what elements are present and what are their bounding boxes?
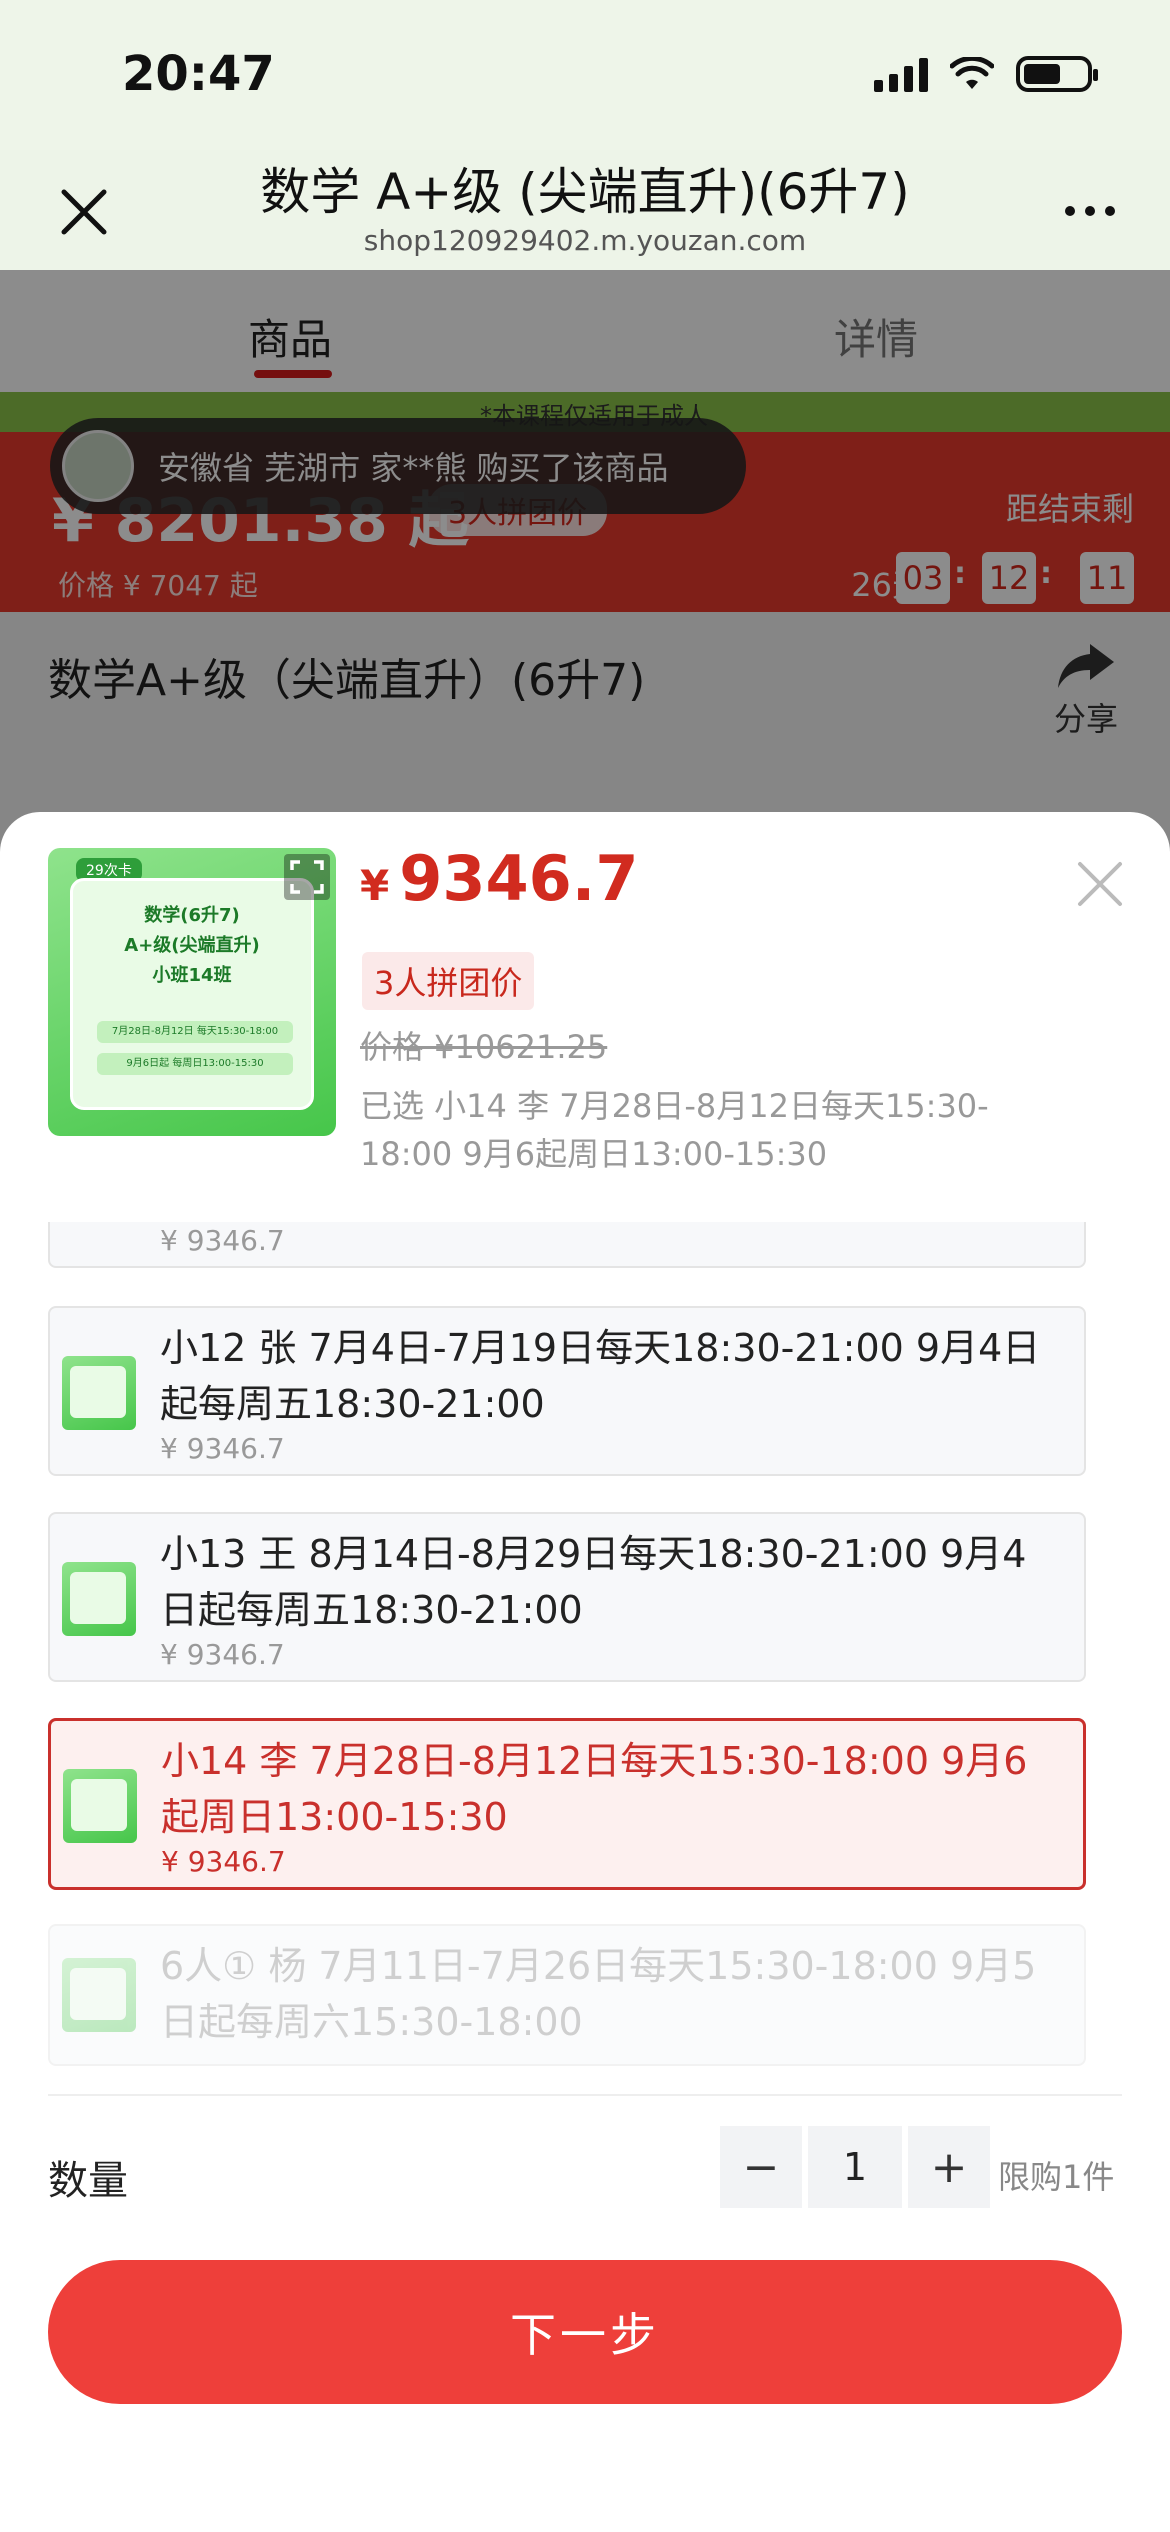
sku-option-list[interactable]: ¥ 9346.7 小12 张 7月4日-7月19日每天18:30-21:00 9… [48, 1222, 1086, 1892]
sku-price: ¥ 9346.7 [160, 1432, 285, 1465]
close-icon [1078, 862, 1122, 906]
cellular-signal-icon [874, 56, 928, 92]
sku-thumbnail [62, 1958, 136, 2032]
wifi-icon [950, 57, 994, 89]
sku-thumbnail [62, 1562, 136, 1636]
sku-option-selected[interactable]: 小14 李 7月28日-8月12日每天15:30-18:00 9月6起周日13:… [48, 1718, 1086, 1890]
sku-label: 小14 李 7月28日-8月12日每天15:30-18:00 9月6起周日13:… [161, 1739, 1028, 1839]
divider [48, 2094, 1122, 2096]
purchase-limit: 限购1件 [998, 2158, 1115, 2196]
quantity-stepper: − 1 + [720, 2126, 990, 2208]
sku-thumbnail [62, 1356, 136, 1430]
sku-option[interactable]: 小13 王 8月14日-8月29日每天18:30-21:00 9月4日起每周五1… [48, 1512, 1086, 1682]
quantity-input[interactable]: 1 [808, 2126, 902, 2208]
sku-price: ¥ 9346.7 [160, 1638, 285, 1671]
thumb-title-line: 数学(6升7) [144, 905, 240, 926]
selected-summary: 已选 小14 李 7月28日-8月12日每天15:30-18:00 9月6起周日… [360, 1087, 989, 1173]
expand-icon[interactable] [284, 854, 330, 900]
sku-label: 小13 王 8月14日-8月29日每天18:30-21:00 9月4日起每周五1… [160, 1532, 1027, 1632]
sheet-price: ¥9346.7 [360, 842, 639, 915]
thumb-title: 数学(6升7) A+级(尖端直升) 小班14班 [73, 901, 311, 991]
system-icons [874, 56, 1098, 92]
thumb-title-line: 小班14班 [152, 965, 232, 986]
nav-bar: 数学 A+级 (尖端直升)(6升7) shop120929402.m.youza… [0, 150, 1170, 270]
sku-price: ¥ 9346.7 [160, 1224, 285, 1257]
more-button[interactable] [1050, 186, 1130, 236]
product-thumbnail[interactable]: 29次卡 数学(6升7) A+级(尖端直升) 小班14班 7月28日-8月12日… [48, 848, 336, 1136]
sku-option[interactable]: 小12 张 7月4日-7月19日每天18:30-21:00 9月4日起每周五18… [48, 1306, 1086, 1476]
thumb-schedule-line: 9月6日起 每周日13:00-15:30 [97, 1053, 293, 1075]
status-bar: 20:47 [0, 0, 1170, 150]
page-title: 数学 A+级 (尖端直升)(6升7) [260, 163, 910, 221]
dot-icon [1085, 206, 1095, 216]
original-price: 价格 ¥10621.25 [360, 1028, 608, 1066]
dot-icon [1105, 206, 1115, 216]
clock: 20:47 [122, 46, 275, 102]
decrease-button[interactable]: − [720, 2126, 802, 2208]
thumb-card: 数学(6升7) A+级(尖端直升) 小班14班 7月28日-8月12日 每天15… [70, 878, 314, 1110]
sku-option-disabled: 6人① 杨 7月11日-7月26日每天15:30-18:00 9月5日起每周六1… [48, 1924, 1086, 2066]
dot-icon [1065, 206, 1075, 216]
sku-label: 小12 张 7月4日-7月19日每天18:30-21:00 9月4日起每周五18… [160, 1326, 1041, 1426]
sku-option[interactable]: ¥ 9346.7 [48, 1222, 1086, 1268]
quantity-label: 数量 [48, 2158, 128, 2204]
page-url: shop120929402.m.youzan.com [363, 224, 807, 257]
sheet-close-button[interactable] [1072, 856, 1128, 912]
currency-symbol: ¥ [360, 861, 390, 910]
thumb-schedule-line: 7月28日-8月12日 每天15:30-18:00 [97, 1021, 293, 1043]
sku-label: 6人① 杨 7月11日-7月26日每天15:30-18:00 9月5日起每周六1… [160, 1944, 1037, 2044]
price-value: 9346.7 [399, 842, 639, 915]
sku-thumbnail [63, 1769, 137, 1843]
increase-button[interactable]: + [908, 2126, 990, 2208]
nav-title-group: 数学 A+级 (尖端直升)(6升7) shop120929402.m.youza… [0, 160, 1170, 258]
sku-sheet: 29次卡 数学(6升7) A+级(尖端直升) 小班14班 7月28日-8月12日… [0, 812, 1170, 2532]
group-price-tag: 3人拼团价 [362, 952, 535, 1010]
battery-icon [1016, 56, 1098, 92]
thumb-title-line: A+级(尖端直升) [124, 935, 260, 956]
sku-price: ¥ 9346.7 [161, 1845, 286, 1878]
next-step-button[interactable]: 下一步 [48, 2260, 1122, 2404]
